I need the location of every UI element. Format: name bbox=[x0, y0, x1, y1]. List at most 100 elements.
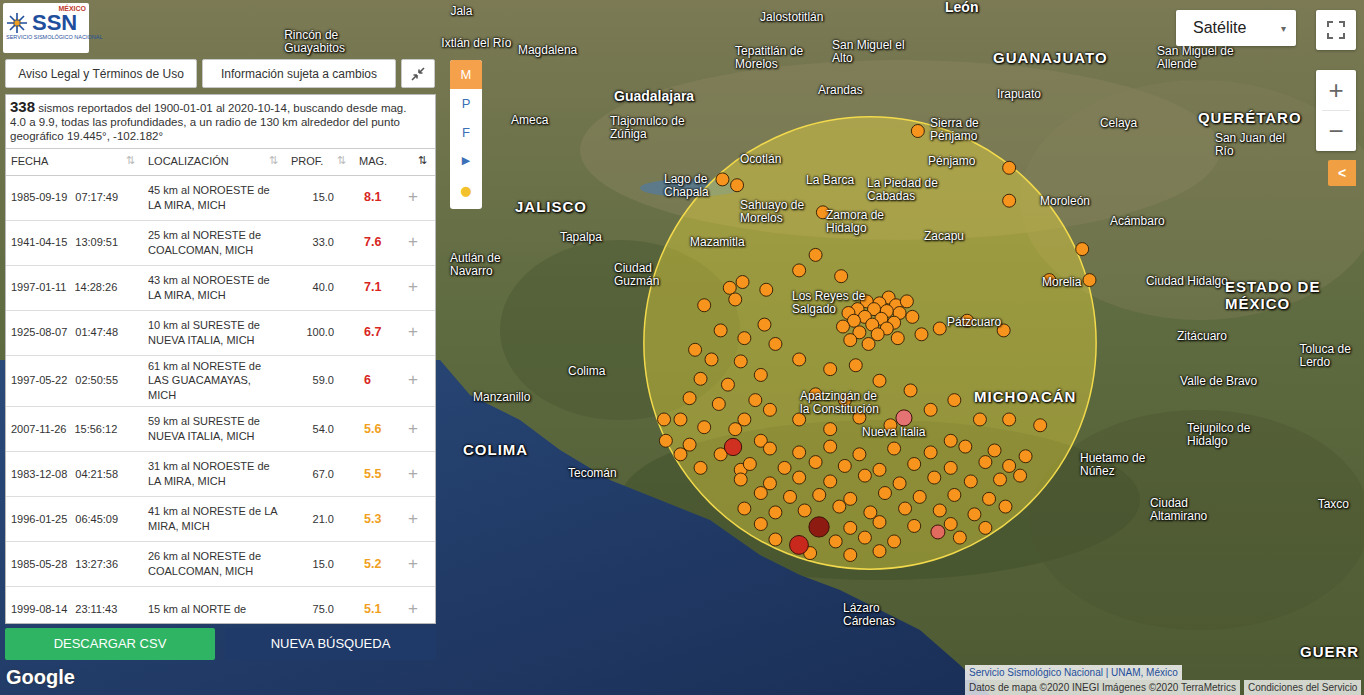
expand-button[interactable]: + bbox=[391, 595, 435, 623]
epicenter-point[interactable] bbox=[758, 318, 771, 331]
epicenter-point[interactable] bbox=[1003, 194, 1016, 207]
epicenter-point[interactable] bbox=[813, 488, 826, 501]
epicenter-point[interactable] bbox=[948, 394, 961, 407]
epicenter-point[interactable] bbox=[873, 545, 886, 558]
epicenter-point[interactable] bbox=[824, 440, 837, 453]
epicenter-point[interactable] bbox=[853, 411, 866, 424]
epicenter-point[interactable] bbox=[924, 446, 937, 459]
epicenter-point[interactable] bbox=[838, 459, 851, 472]
epicenter-point[interactable] bbox=[763, 442, 776, 455]
epicenter-point[interactable] bbox=[798, 504, 811, 517]
download-csv-button[interactable]: DESCARGAR CSV bbox=[5, 628, 215, 660]
epicenter-point[interactable] bbox=[809, 248, 822, 261]
epicenter-point[interactable] bbox=[729, 293, 742, 306]
epicenter-point[interactable] bbox=[1019, 450, 1032, 463]
epicenter-point[interactable] bbox=[683, 392, 696, 405]
epicenter-point[interactable] bbox=[716, 173, 729, 186]
epicenter-point[interactable] bbox=[844, 334, 857, 347]
table-row[interactable]: 1999-08-1423:11:4315 km al NORTE de75.05… bbox=[6, 587, 435, 623]
epicenter-point[interactable] bbox=[659, 434, 672, 447]
epicenter-point[interactable] bbox=[824, 363, 837, 376]
sort-icon[interactable]: ⇅ bbox=[337, 153, 346, 170]
epicenter-point[interactable] bbox=[959, 440, 972, 453]
epicenter-point[interactable] bbox=[913, 490, 926, 503]
epicenter-point[interactable] bbox=[853, 448, 866, 461]
table-row[interactable]: 1985-05-2813:27:3626 km al NORESTE de CO… bbox=[6, 542, 435, 587]
epicenter-point[interactable] bbox=[674, 448, 687, 461]
epicenter-point[interactable] bbox=[873, 516, 886, 529]
table-row[interactable]: 1985-09-1907:17:4945 km al NOROESTE de L… bbox=[6, 176, 435, 221]
map-type-select[interactable]: Satélite▾ bbox=[1176, 10, 1296, 46]
epicenter-point[interactable] bbox=[689, 343, 702, 356]
epicenter-point[interactable] bbox=[973, 413, 986, 426]
major-epicenter-point[interactable] bbox=[896, 410, 912, 426]
major-epicenter-point[interactable] bbox=[790, 536, 809, 555]
epicenter-point[interactable] bbox=[1076, 243, 1089, 256]
epicenter-point[interactable] bbox=[844, 548, 857, 561]
epicenter-point[interactable] bbox=[1083, 274, 1096, 287]
epicenter-point[interactable] bbox=[705, 353, 718, 366]
epicenter-point[interactable] bbox=[721, 378, 734, 391]
epicenter-point[interactable] bbox=[736, 276, 749, 289]
expand-button[interactable]: + bbox=[391, 366, 435, 395]
epicenter-point[interactable] bbox=[899, 502, 912, 515]
epicenter-point[interactable] bbox=[793, 413, 806, 426]
expand-button[interactable]: + bbox=[391, 273, 435, 302]
epicenter-point[interactable] bbox=[749, 394, 762, 407]
epicenter-point[interactable] bbox=[928, 471, 941, 484]
column-header[interactable]: LOCALIZACIÓN⇅ bbox=[143, 149, 286, 175]
sort-icon[interactable]: ⇅ bbox=[418, 153, 427, 170]
epicenter-point[interactable] bbox=[836, 320, 849, 333]
compress-button[interactable] bbox=[401, 59, 435, 88]
epicenter-point[interactable] bbox=[712, 397, 725, 410]
epicenter-point[interactable] bbox=[979, 521, 992, 534]
epicenter-point[interactable] bbox=[1003, 413, 1016, 426]
epicenter-point[interactable] bbox=[769, 506, 782, 519]
epicenter-point[interactable] bbox=[816, 206, 829, 219]
ssn-logo[interactable]: MÉXICOSSNSERVICIO SISMOLÓGICO NACIONAL bbox=[3, 3, 89, 53]
layer-button[interactable]: ● bbox=[450, 176, 482, 205]
epicenter-point[interactable] bbox=[658, 413, 671, 426]
epicenter-point[interactable] bbox=[694, 461, 707, 474]
legal-terms-button[interactable]: Aviso Legal y Términos de Uso bbox=[5, 59, 197, 88]
epicenter-point[interactable] bbox=[933, 322, 946, 335]
epicenter-point[interactable] bbox=[953, 531, 966, 544]
epicenter-point[interactable] bbox=[838, 394, 851, 407]
expand-button[interactable]: + bbox=[391, 415, 435, 444]
epicenter-point[interactable] bbox=[873, 374, 886, 387]
epicenter-point[interactable] bbox=[835, 270, 848, 283]
epicenter-point[interactable] bbox=[734, 355, 747, 368]
epicenter-point[interactable] bbox=[999, 500, 1012, 513]
epicenter-point[interactable] bbox=[944, 518, 957, 531]
map[interactable]: JalaRincón de GuayabitosIxtlán del RíoMa… bbox=[0, 0, 1364, 695]
major-epicenter-point[interactable] bbox=[931, 525, 945, 539]
epicenter-point[interactable] bbox=[729, 423, 742, 436]
epicenter-point[interactable] bbox=[904, 384, 917, 397]
epicenter-point[interactable] bbox=[769, 337, 782, 350]
epicenter-point[interactable] bbox=[793, 264, 806, 277]
new-search-button[interactable]: NUEVA BÚSQUEDA bbox=[225, 628, 436, 660]
epicenter-point[interactable] bbox=[829, 535, 842, 548]
epicenter-point[interactable] bbox=[824, 475, 837, 488]
fullscreen-button[interactable] bbox=[1316, 10, 1356, 50]
epicenter-point[interactable] bbox=[858, 531, 871, 544]
info-subject-button[interactable]: Información sujeta a cambios bbox=[202, 59, 396, 88]
epicenter-point[interactable] bbox=[888, 535, 901, 548]
epicenter-point[interactable] bbox=[844, 521, 857, 534]
collapse-tab[interactable]: < bbox=[1328, 160, 1356, 186]
expand-button[interactable]: + bbox=[391, 228, 435, 257]
epicenter-point[interactable] bbox=[760, 283, 773, 296]
epicenter-point[interactable] bbox=[994, 473, 1007, 486]
major-epicenter-point[interactable] bbox=[809, 517, 829, 537]
terms-link[interactable]: Condiciones del Servicio bbox=[1244, 680, 1362, 695]
epicenter-point[interactable] bbox=[714, 324, 727, 337]
epicenter-point[interactable] bbox=[924, 403, 937, 416]
epicenter-point[interactable] bbox=[961, 314, 974, 327]
column-header[interactable]: PROF.⇅ bbox=[286, 149, 354, 175]
epicenter-point[interactable] bbox=[873, 463, 886, 476]
epicenter-point[interactable] bbox=[763, 403, 776, 416]
table-row[interactable]: 1925-08-0701:47:4810 km al SURESTE de NU… bbox=[6, 311, 435, 356]
column-header[interactable]: MAG.⇅ bbox=[354, 149, 435, 175]
epicenter-point[interactable] bbox=[979, 456, 992, 469]
table-row[interactable]: 1997-05-2202:50:5561 km al NORESTE de LA… bbox=[6, 356, 435, 408]
